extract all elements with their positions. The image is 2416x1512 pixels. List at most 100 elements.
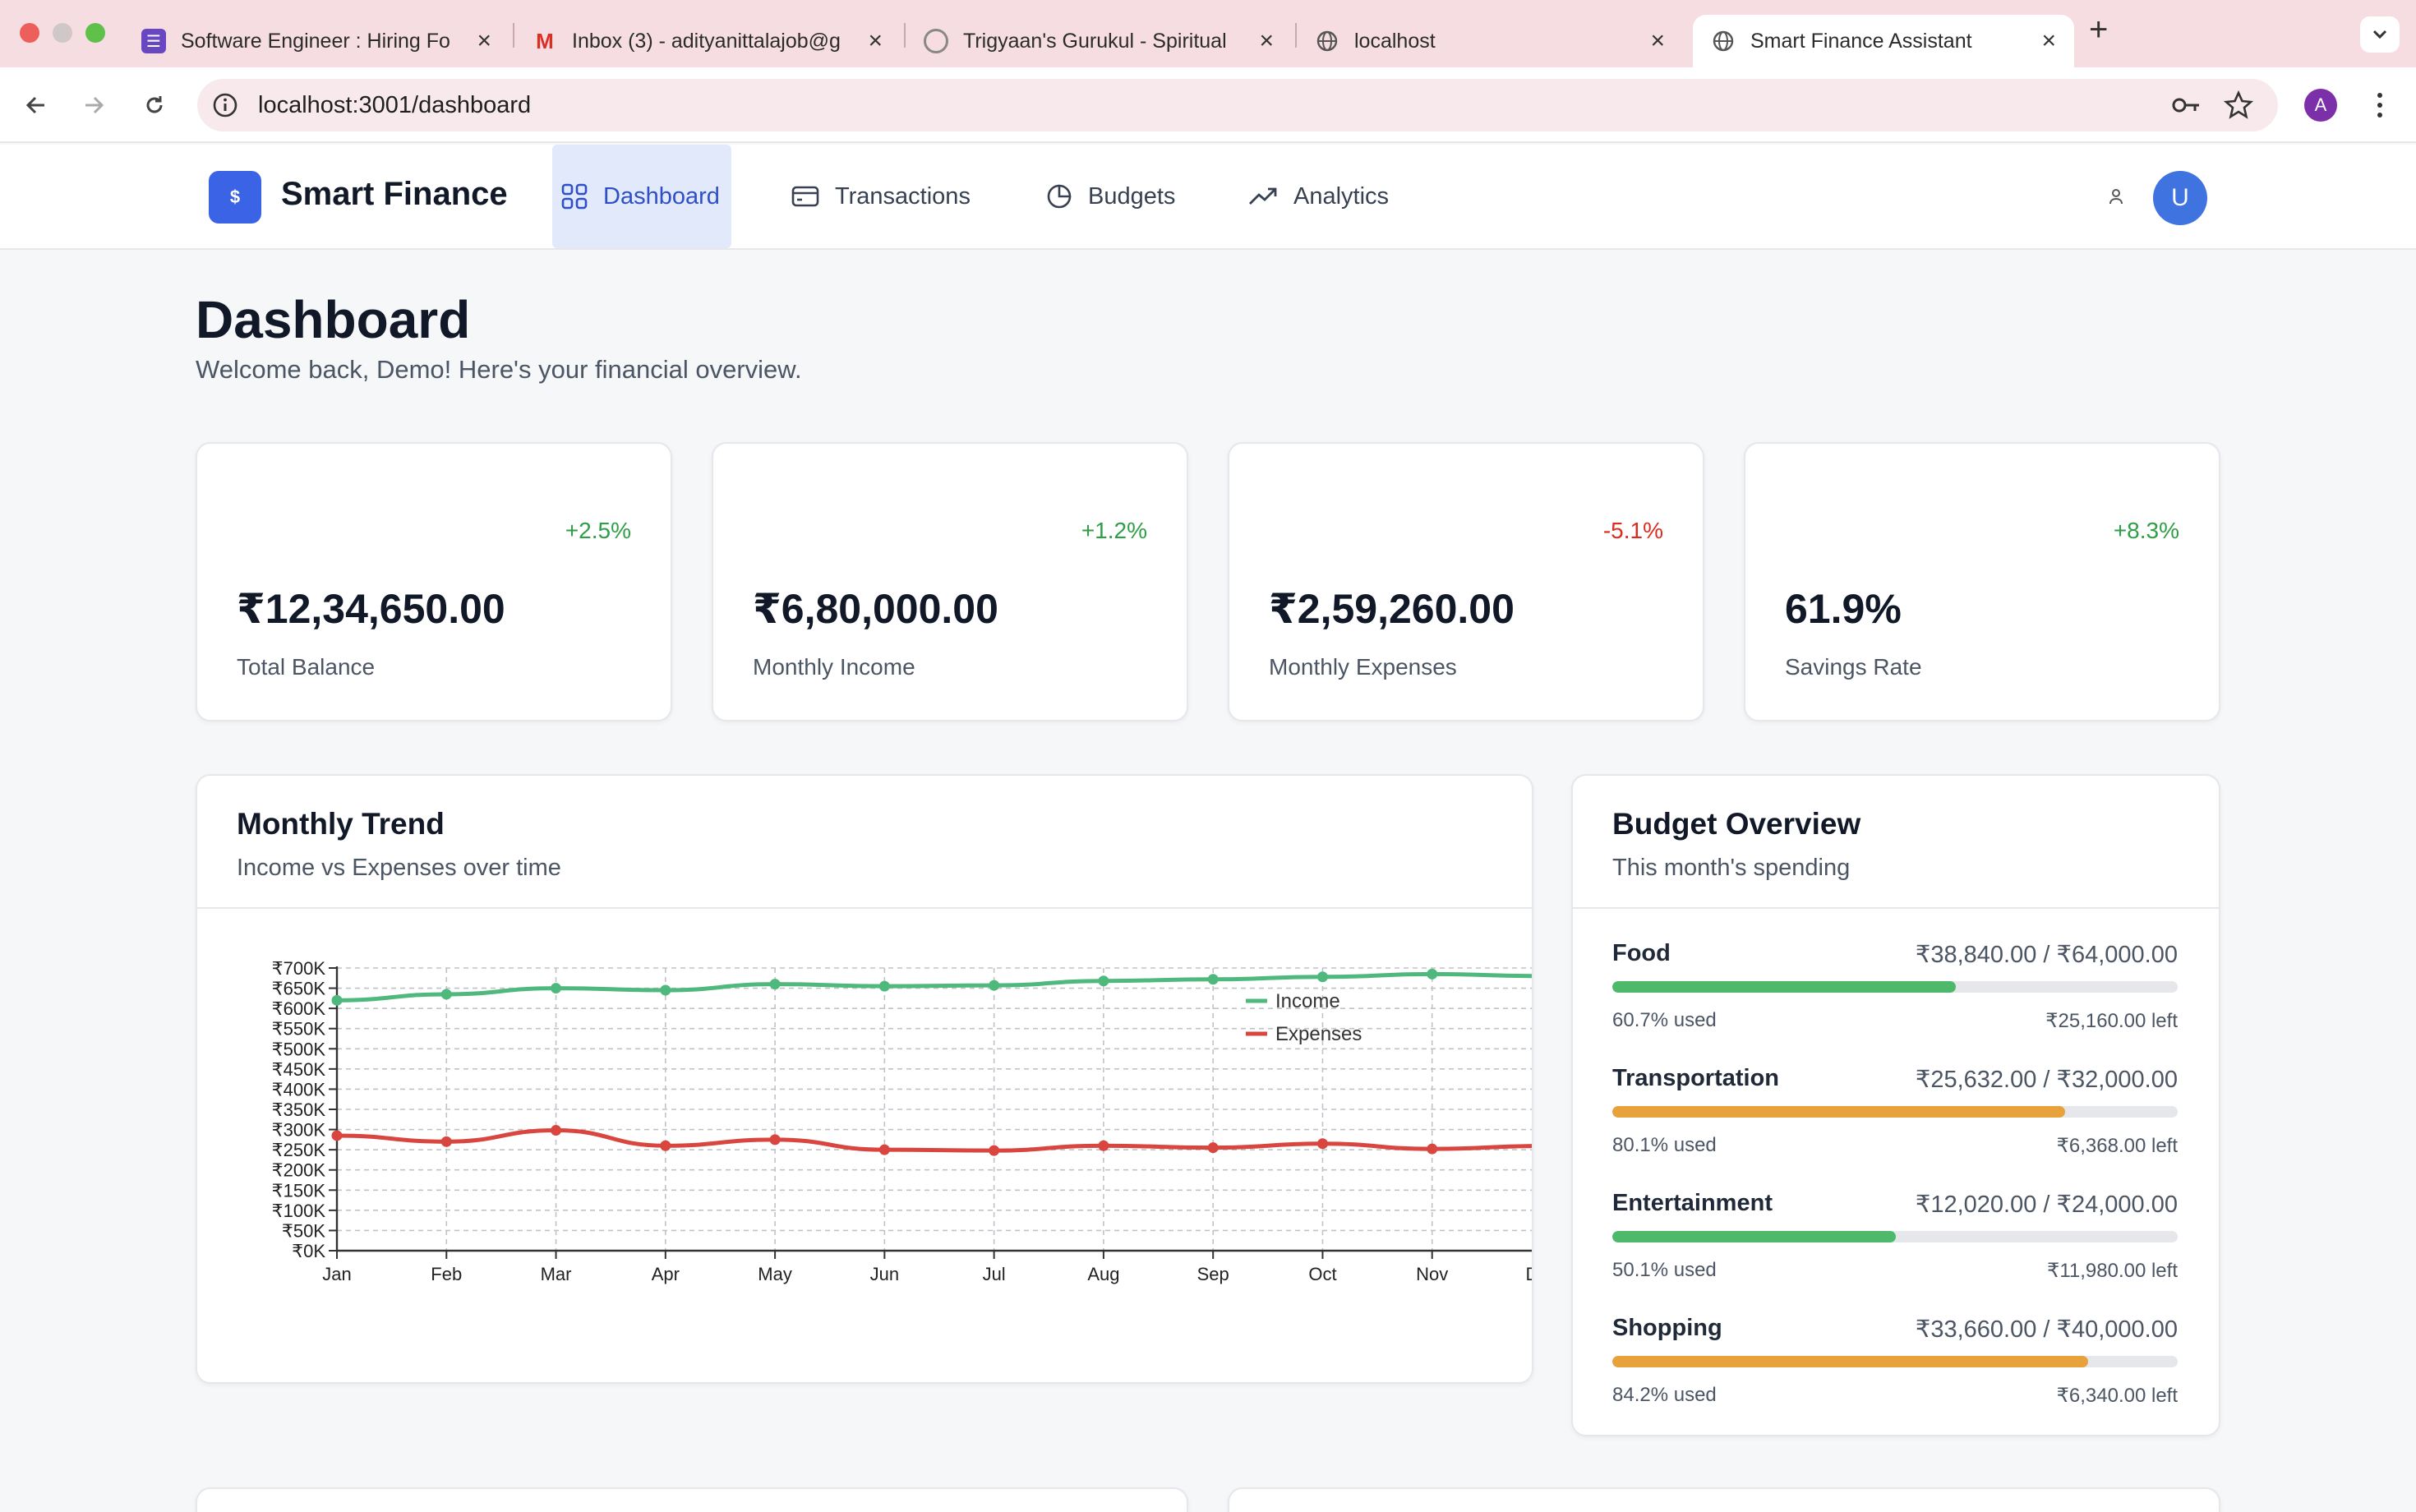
budget-category: Shopping — [1612, 1315, 1722, 1341]
browser-tab[interactable]: Trigyaan's Gurukul - Spiritual × — [906, 15, 1292, 67]
address-bar[interactable]: localhost:3001/dashboard — [197, 79, 2278, 131]
trending-up-icon — [1249, 187, 1277, 205]
gmail-icon: M — [536, 28, 554, 53]
nav-transactions[interactable]: Transactions — [791, 145, 971, 248]
stat-value: ₹12,34,650.00 — [237, 586, 505, 632]
nav-analytics[interactable]: Analytics — [1247, 145, 1389, 248]
user-avatar[interactable]: U — [2153, 171, 2207, 225]
data-point-income — [769, 979, 781, 990]
key-icon[interactable] — [2171, 94, 2202, 117]
budget-progress-fill — [1612, 1106, 2066, 1118]
forward-button[interactable] — [76, 87, 112, 123]
y-tick-label: ₹200K — [272, 1160, 326, 1181]
budget-progress-track — [1612, 981, 2178, 993]
data-point-expenses — [769, 1134, 781, 1146]
budget-item-transportation[interactable]: Transportation ₹25,632.00 / ₹32,000.00 8… — [1612, 1065, 2178, 1188]
browser-tab[interactable]: ☰ Software Engineer : Hiring Fo × — [123, 15, 509, 67]
budget-progress-fill — [1612, 1356, 2089, 1367]
data-point-expenses — [1098, 1140, 1109, 1151]
dollar-logo-icon[interactable]: $ — [209, 171, 261, 224]
nav-label: Dashboard — [603, 182, 720, 210]
browser-tab[interactable]: M Inbox (3) - adityanittalajob@g × — [514, 15, 901, 67]
close-tab-icon[interactable]: × — [477, 27, 491, 55]
nav-budgets[interactable]: Budgets — [1045, 145, 1175, 248]
page-title: Dashboard — [196, 290, 471, 349]
budget-category: Transportation — [1612, 1065, 1780, 1091]
nav-dashboard[interactable]: Dashboard — [552, 145, 731, 248]
url-text: localhost:3001/dashboard — [258, 92, 532, 118]
budget-amount: ₹25,632.00 / ₹32,000.00 — [1915, 1067, 2178, 1093]
brand-name[interactable]: Smart Finance — [281, 176, 508, 213]
tab-search-button[interactable] — [2360, 16, 2400, 53]
stat-label: Total Balance — [237, 654, 376, 680]
budget-item-food[interactable]: Food ₹38,840.00 / ₹64,000.00 60.7% used … — [1612, 940, 2178, 1063]
data-point-income — [331, 994, 343, 1006]
budget-used: 60.7% used — [1612, 1009, 1717, 1031]
browser-tab[interactable]: localhost × — [1297, 15, 1683, 67]
budget-amount: ₹33,660.00 / ₹40,000.00 — [1915, 1316, 2178, 1343]
data-point-expenses — [551, 1125, 562, 1136]
stat-change: +8.3% — [2113, 518, 2179, 543]
stat-label: Monthly Expenses — [1269, 654, 1457, 680]
budget-left: ₹6,368.00 left — [2056, 1135, 2178, 1157]
forms-icon: ☰ — [141, 29, 166, 53]
user-small-icon[interactable] — [2109, 187, 2123, 205]
legend-label: Expenses — [1275, 1023, 1362, 1045]
data-point-income — [1098, 975, 1109, 987]
x-tick-label: Jan — [322, 1264, 351, 1284]
card-subtitle: Income vs Expenses over time — [237, 855, 561, 881]
window-close-button[interactable] — [20, 23, 39, 43]
budget-used: 80.1% used — [1612, 1134, 1717, 1156]
y-tick-label: ₹0K — [292, 1241, 325, 1261]
arrow-left-icon — [25, 96, 44, 114]
y-tick-label: ₹100K — [272, 1201, 326, 1221]
y-tick-label: ₹150K — [272, 1180, 326, 1201]
close-tab-icon[interactable]: × — [868, 27, 883, 55]
browser-tab-active[interactable]: Smart Finance Assistant × — [1693, 15, 2074, 67]
y-tick-label: ₹250K — [272, 1140, 326, 1160]
monthly-trend-chart: ₹0K₹50K₹100K₹150K₹200K₹250K₹300K₹350K₹40… — [272, 958, 1532, 1284]
tab-title: localhost — [1354, 29, 1436, 53]
stat-card-total-balance: +2.5% ₹12,34,650.00 Total Balance — [196, 442, 672, 721]
data-point-income — [440, 989, 452, 1000]
data-point-income — [989, 980, 1000, 991]
browser-menu-button[interactable] — [2367, 85, 2393, 125]
new-tab-button[interactable]: + — [2089, 12, 2108, 48]
budget-category: Food — [1612, 940, 1671, 966]
budget-item-shopping[interactable]: Shopping ₹33,660.00 / ₹40,000.00 84.2% u… — [1612, 1315, 2178, 1438]
bottom-card-right — [1228, 1487, 2220, 1512]
budget-amount: ₹38,840.00 / ₹64,000.00 — [1915, 942, 2178, 968]
budget-item-entertainment[interactable]: Entertainment ₹12,020.00 / ₹24,000.00 50… — [1612, 1190, 2178, 1313]
data-point-income — [1207, 974, 1219, 985]
window-minimize-button[interactable] — [53, 23, 72, 43]
x-tick-label: Jul — [983, 1264, 1006, 1284]
page-subtitle: Welcome back, Demo! Here's your financia… — [196, 355, 802, 384]
window-maximize-button[interactable] — [85, 23, 105, 43]
tab-title: Inbox (3) - adityanittalajob@g — [572, 29, 841, 53]
browser-tab-bar: ☰ Software Engineer : Hiring Fo × M Inbo… — [0, 0, 2416, 67]
data-point-income — [878, 980, 890, 992]
profile-avatar[interactable]: A — [2304, 89, 2337, 122]
spiral-icon — [924, 29, 948, 53]
budget-progress-track — [1612, 1106, 2178, 1118]
x-tick-label: Sep — [1197, 1264, 1229, 1284]
close-tab-icon[interactable]: × — [1259, 27, 1274, 55]
back-button[interactable] — [18, 87, 54, 123]
close-tab-icon[interactable]: × — [2041, 27, 2056, 55]
stat-value: 61.9% — [1785, 586, 1902, 632]
x-tick-label: Apr — [652, 1264, 680, 1284]
y-tick-label: ₹600K — [272, 998, 326, 1019]
site-info-icon[interactable] — [212, 92, 238, 118]
data-point-expenses — [660, 1140, 671, 1151]
reload-button[interactable] — [136, 87, 173, 123]
series-line-income — [336, 971, 1532, 1003]
bookmark-star-icon[interactable] — [2224, 90, 2253, 120]
y-tick-label: ₹400K — [272, 1079, 326, 1099]
y-tick-label: ₹700K — [272, 958, 326, 979]
stat-value: ₹2,59,260.00 — [1269, 586, 1515, 632]
budget-progress-fill — [1612, 1231, 1896, 1242]
card-title: Monthly Trend — [237, 807, 445, 841]
stat-change: +2.5% — [565, 518, 631, 543]
chevron-down-icon — [2372, 30, 2387, 39]
close-tab-icon[interactable]: × — [1650, 27, 1665, 55]
